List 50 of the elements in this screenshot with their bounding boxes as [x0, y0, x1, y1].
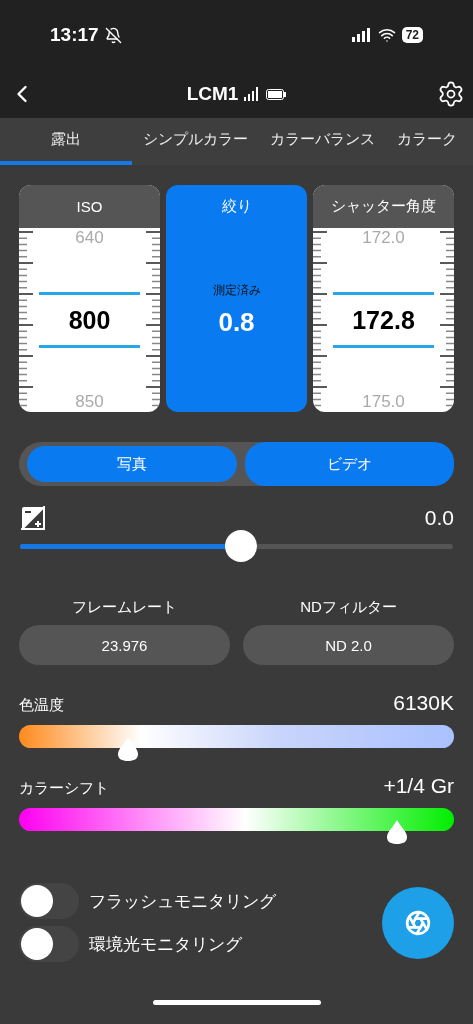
gradient-slider[interactable]	[19, 808, 454, 846]
toggle-label: フラッシュモニタリング	[89, 890, 276, 913]
tab[interactable]: カラーバランス	[259, 118, 386, 165]
dial-card[interactable]: ISO 640 800 850	[19, 185, 160, 412]
device-title: LCM1	[186, 83, 239, 105]
bell-slash-icon	[104, 26, 122, 44]
setting-value-button[interactable]: 23.976	[19, 625, 230, 665]
slider-reading: 6130K	[393, 691, 454, 715]
battery-level: 72	[401, 27, 423, 43]
dial-card[interactable]: シャッター角度 172.0 172.8 175.0	[313, 185, 454, 412]
dial-value-above: 172.0	[362, 228, 405, 248]
dial-value-above: 640	[75, 228, 104, 248]
mode-segment[interactable]: 写真	[27, 446, 237, 482]
slider-reading: +1/4 Gr	[383, 774, 454, 798]
aperture-card[interactable]: 絞り 測定済み 0.8	[166, 185, 307, 412]
dial-label: シャッター角度	[331, 197, 436, 216]
slider-thumb[interactable]	[116, 736, 139, 762]
dial-value: 800	[68, 305, 111, 335]
toggle-label: 環境光モニタリング	[89, 933, 242, 956]
dial-value: 172.8	[352, 305, 415, 335]
gradient-slider[interactable]	[19, 725, 454, 763]
metered-caption: 測定済み	[212, 282, 261, 299]
dial-value-below: 175.0	[362, 392, 405, 412]
tab[interactable]: 露出	[0, 118, 132, 165]
setting-value-button[interactable]: ND 2.0	[243, 625, 454, 665]
slider-label: カラーシフト	[19, 779, 109, 798]
setting-label: NDフィルター	[300, 598, 397, 617]
toggle-switch[interactable]	[19, 926, 79, 962]
tab[interactable]: シンプルカラー	[132, 118, 259, 165]
tab[interactable]: カラーク	[386, 118, 468, 165]
dial-value-below: 850	[75, 392, 104, 412]
mode-segment[interactable]: ビデオ	[244, 442, 454, 486]
exposure-value: 0.0	[424, 506, 454, 530]
slider-thumb[interactable]	[224, 530, 257, 562]
toggle-switch[interactable]	[19, 883, 79, 919]
wifi-icon	[377, 26, 396, 44]
slider-label: 色温度	[19, 696, 64, 715]
setting-label: フレームレート	[72, 598, 177, 617]
signal-icon	[351, 28, 372, 42]
dial-label: ISO	[76, 198, 103, 215]
slider-thumb[interactable]	[386, 819, 409, 845]
dial-label: 絞り	[221, 197, 252, 216]
settings-icon[interactable]	[437, 80, 465, 108]
aperture-icon	[405, 909, 431, 936]
battery-icon	[266, 88, 287, 100]
dial-value: 0.8	[218, 307, 255, 338]
signal-icon	[244, 87, 261, 101]
exposure-slider[interactable]	[20, 530, 453, 562]
exposure-compensation-icon	[21, 506, 45, 530]
status-time: 13:17	[50, 24, 99, 46]
